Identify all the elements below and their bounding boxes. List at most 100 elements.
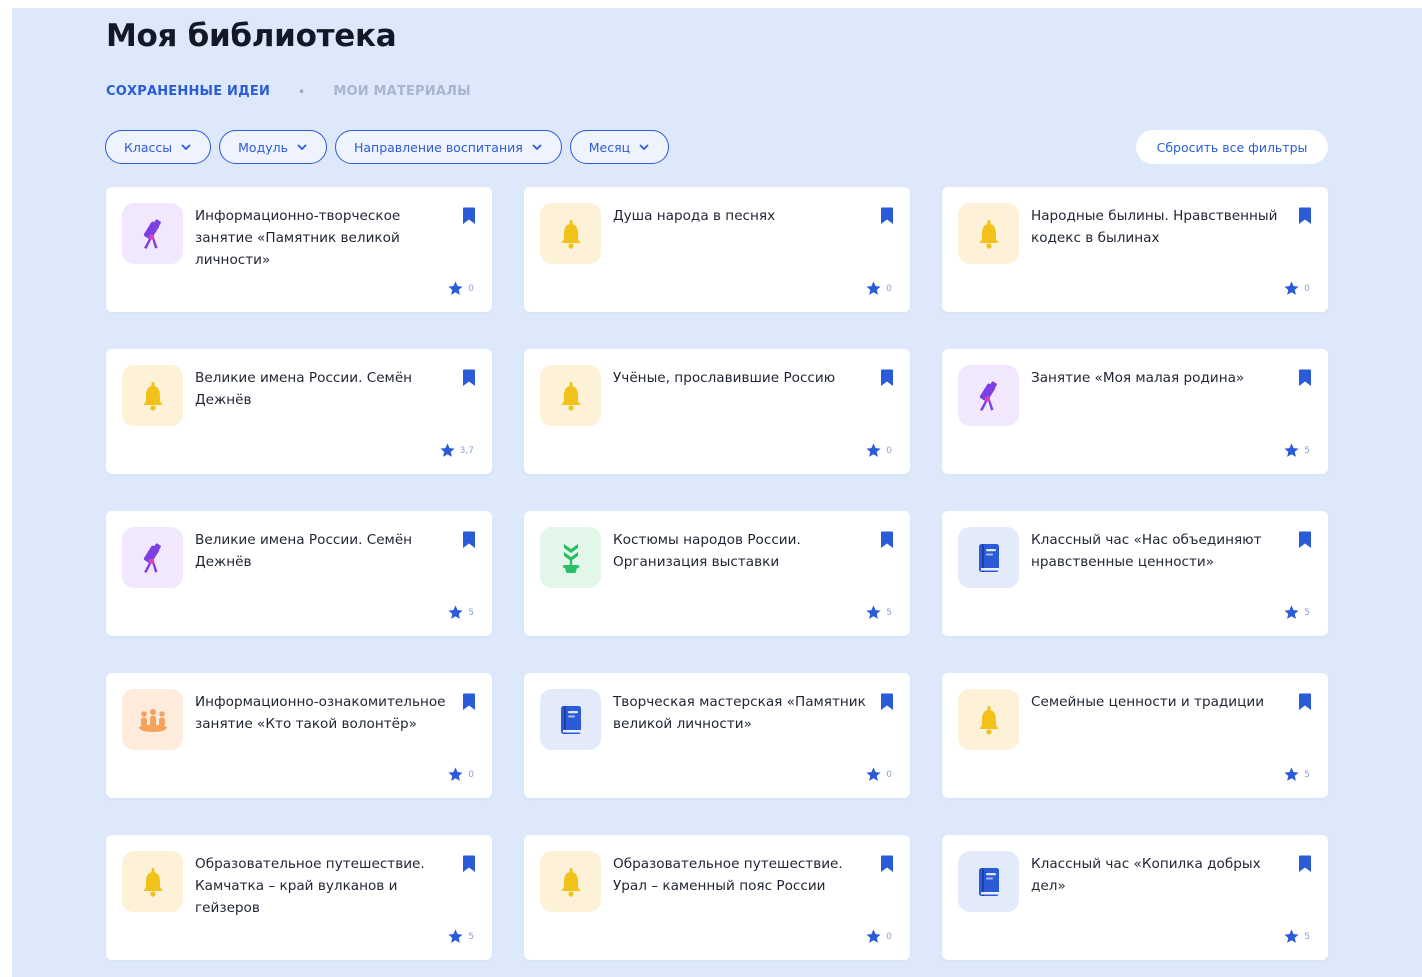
card-title: Костюмы народов России. Организация выст… [613, 532, 801, 570]
star-icon [1284, 281, 1299, 295]
chevron-down-icon [639, 144, 649, 150]
bell-icon [958, 203, 1019, 264]
card-rating: 5 [1283, 604, 1310, 621]
bookmark-icon[interactable] [1298, 855, 1312, 873]
card-title: Классный час «Копилка добрых дел» [1031, 856, 1261, 894]
card-title: Творческая мастерская «Памятник великой … [613, 694, 866, 732]
chevron-down-icon [181, 144, 191, 150]
bookmark-icon[interactable] [462, 693, 476, 711]
card-title: Занятие «Моя малая родина» [1031, 370, 1245, 386]
bookmark-icon[interactable] [880, 531, 894, 549]
tab-saved-ideas[interactable]: СОХРАНЕННЫЕ ИДЕИ [106, 84, 270, 99]
filter-module[interactable]: Модуль [219, 130, 327, 164]
bookmark-icon[interactable] [880, 693, 894, 711]
idea-card[interactable]: Костюмы народов России. Организация выст… [524, 511, 910, 636]
star-icon [448, 281, 463, 295]
card-rating: 0 [1283, 280, 1310, 297]
bell-icon [122, 365, 183, 426]
card-rating: 5 [865, 604, 892, 621]
rating-value: 0 [886, 445, 892, 456]
rating-value: 5 [1304, 445, 1310, 456]
bookmark-icon[interactable] [462, 531, 476, 549]
card-title: Информационно-творческое занятие «Памятн… [195, 208, 401, 268]
bookmark-icon[interactable] [1298, 531, 1312, 549]
book-icon [540, 689, 601, 750]
card-title: Учёные, прославившие Россию [613, 370, 836, 386]
bell-icon [540, 365, 601, 426]
card-title: Образовательное путешествие. Урал – каме… [613, 856, 843, 894]
bell-icon [540, 203, 601, 264]
idea-card[interactable]: Учёные, прославившие Россию 0 [524, 349, 910, 474]
library-page: Моя библиотека СОХРАНЕННЫЕ ИДЕИ • МОИ МА… [12, 8, 1422, 977]
star-icon [866, 443, 881, 457]
rating-value: 5 [1304, 931, 1310, 942]
ideas-grid: Информационно-творческое занятие «Памятн… [106, 187, 1328, 960]
star-icon [448, 605, 463, 619]
rating-value: 5 [468, 607, 474, 618]
rating-value: 5 [886, 607, 892, 618]
idea-card[interactable]: Творческая мастерская «Памятник великой … [524, 673, 910, 798]
rating-value: 0 [886, 283, 892, 294]
bell-icon [958, 689, 1019, 750]
tab-my-materials[interactable]: МОИ МАТЕРИАЛЫ [333, 84, 470, 99]
tab-separator: • [298, 84, 306, 99]
star-icon [448, 767, 463, 781]
reset-filters-button[interactable]: Сбросить все фильтры [1136, 130, 1328, 164]
card-rating: 0 [447, 766, 474, 783]
bookmark-icon[interactable] [880, 207, 894, 225]
star-icon [866, 605, 881, 619]
star-icon [866, 929, 881, 943]
telescope-icon [958, 365, 1019, 426]
card-rating: 5 [1283, 766, 1310, 783]
filter-label: Месяц [588, 139, 631, 155]
bookmark-icon[interactable] [880, 369, 894, 387]
idea-card[interactable]: Душа народа в песнях 0 [524, 187, 910, 312]
idea-card[interactable]: Семейные ценности и традиции 5 [942, 673, 1328, 798]
bookmark-icon[interactable] [1298, 693, 1312, 711]
library-tabs: СОХРАНЕННЫЕ ИДЕИ • МОИ МАТЕРИАЛЫ [106, 84, 471, 99]
bell-icon [540, 851, 601, 912]
filter-direction[interactable]: Направление воспитания [334, 130, 562, 164]
star-icon [1284, 443, 1299, 457]
star-icon [866, 767, 881, 781]
filter-month[interactable]: Месяц [569, 130, 670, 164]
idea-card[interactable]: Образовательное путешествие. Камчатка – … [106, 835, 492, 960]
page-title: Моя библиотека [106, 18, 397, 54]
bookmark-icon[interactable] [462, 369, 476, 387]
card-rating: 0 [865, 280, 892, 297]
telescope-icon [122, 527, 183, 588]
filter-label: Классы [124, 139, 173, 155]
star-icon [440, 443, 455, 457]
star-icon [1284, 767, 1299, 781]
idea-card[interactable]: Информационно-творческое занятие «Памятн… [106, 187, 492, 312]
telescope-icon [122, 203, 183, 264]
plant-icon [540, 527, 601, 588]
rating-value: 5 [1304, 607, 1310, 618]
rating-value: 0 [468, 283, 474, 294]
idea-card[interactable]: Занятие «Моя малая родина» 5 [942, 349, 1328, 474]
card-title: Великие имена России. Семён Дежнёв [195, 532, 413, 570]
idea-card[interactable]: Информационно-ознакомительное занятие «К… [106, 673, 492, 798]
bell-icon [122, 851, 183, 912]
idea-card[interactable]: Великие имена России. Семён Дежнёв 3,7 [106, 349, 492, 474]
idea-card[interactable]: Классный час «Нас объединяют нравственны… [942, 511, 1328, 636]
idea-card[interactable]: Великие имена России. Семён Дежнёв 5 [106, 511, 492, 636]
people-icon [122, 689, 183, 750]
card-title: Народные былины. Нравственный кодекс в б… [1031, 208, 1278, 246]
idea-card[interactable]: Народные былины. Нравственный кодекс в б… [942, 187, 1328, 312]
idea-card[interactable]: Классный час «Копилка добрых дел» 5 [942, 835, 1328, 960]
bookmark-icon[interactable] [462, 207, 476, 225]
bookmark-icon[interactable] [462, 855, 476, 873]
card-rating: 0 [865, 442, 892, 459]
bookmark-icon[interactable] [1298, 207, 1312, 225]
bookmark-icon[interactable] [880, 855, 894, 873]
book-icon [958, 851, 1019, 912]
filter-bar: Классы Модуль Направление воспитания Мес… [105, 130, 670, 164]
chevron-down-icon [297, 144, 307, 150]
star-icon [448, 929, 463, 943]
bookmark-icon[interactable] [1298, 369, 1312, 387]
filter-classes[interactable]: Классы [105, 130, 212, 164]
star-icon [866, 281, 881, 295]
card-rating: 3,7 [439, 442, 474, 459]
idea-card[interactable]: Образовательное путешествие. Урал – каме… [524, 835, 910, 960]
